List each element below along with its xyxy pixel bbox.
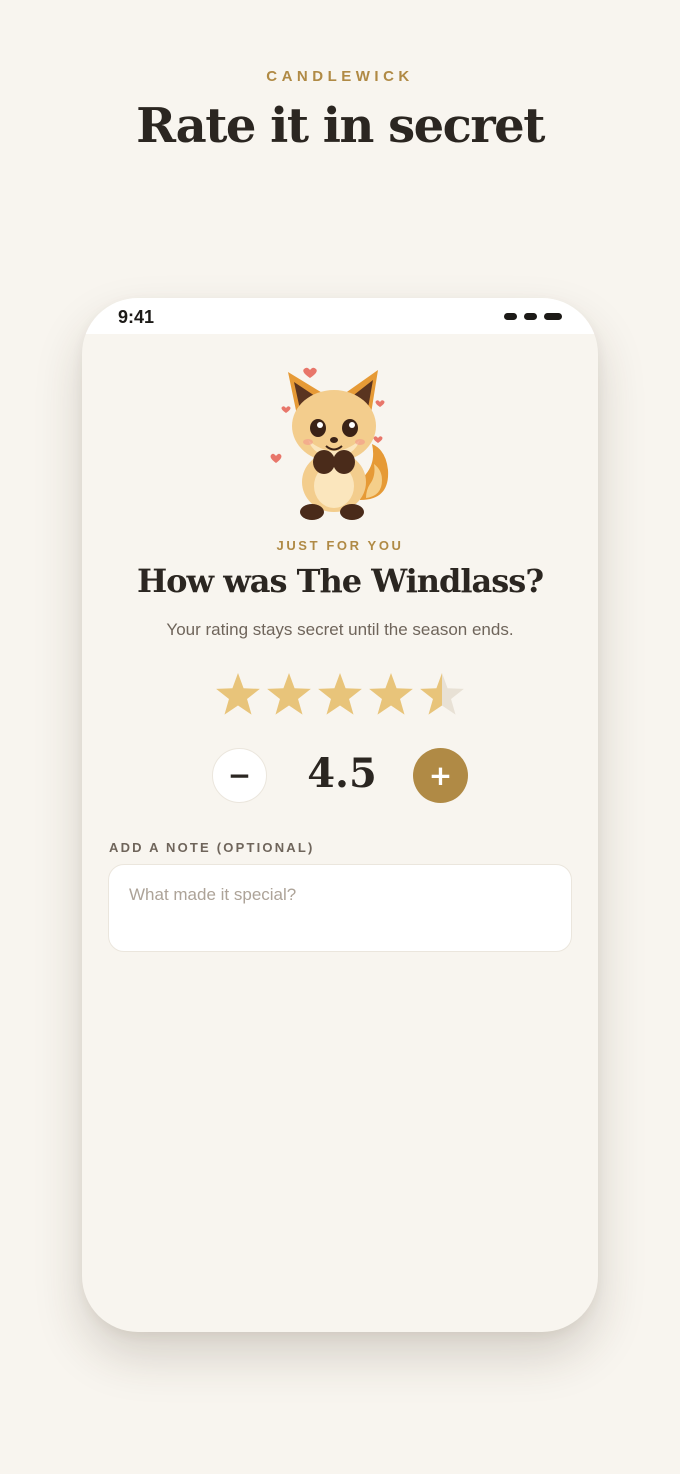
wifi-icon xyxy=(524,313,537,320)
star-icon-5[interactable] xyxy=(420,673,464,715)
brand-name: CANDLEWICK xyxy=(266,68,414,85)
rating-screen: CANDLEWICK Rate it in secret 9:41 JUST F… xyxy=(0,0,680,1474)
phone-frame: 9:41 JUST FOR YOU How was The Windlass? … xyxy=(82,298,598,1332)
increase-rating-button[interactable]: + xyxy=(413,748,468,803)
rating-subtitle: Your rating stays secret until the seaso… xyxy=(166,620,514,639)
note-input[interactable] xyxy=(108,864,572,952)
signal-icon xyxy=(504,313,517,320)
star-icon-4[interactable] xyxy=(369,673,413,715)
rating-value: 4.5 xyxy=(307,750,377,797)
star-icon-1[interactable] xyxy=(216,673,260,715)
rating-question: How was The Windlass? xyxy=(136,562,544,600)
status-bar: 9:41 xyxy=(82,298,598,334)
eyebrow-label: JUST FOR YOU xyxy=(276,538,404,553)
page-title: Rate it in secret xyxy=(136,98,545,154)
star-icon-2[interactable] xyxy=(267,673,311,715)
status-indicators xyxy=(504,313,562,320)
decrease-rating-button[interactable]: − xyxy=(212,748,267,803)
star-rating[interactable] xyxy=(214,670,466,718)
status-time: 9:41 xyxy=(118,307,155,327)
note-label: ADD A NOTE (OPTIONAL) xyxy=(109,840,315,855)
fox-mascot-icon xyxy=(270,367,389,520)
star-icon-3[interactable] xyxy=(318,673,362,715)
battery-icon xyxy=(544,313,562,320)
